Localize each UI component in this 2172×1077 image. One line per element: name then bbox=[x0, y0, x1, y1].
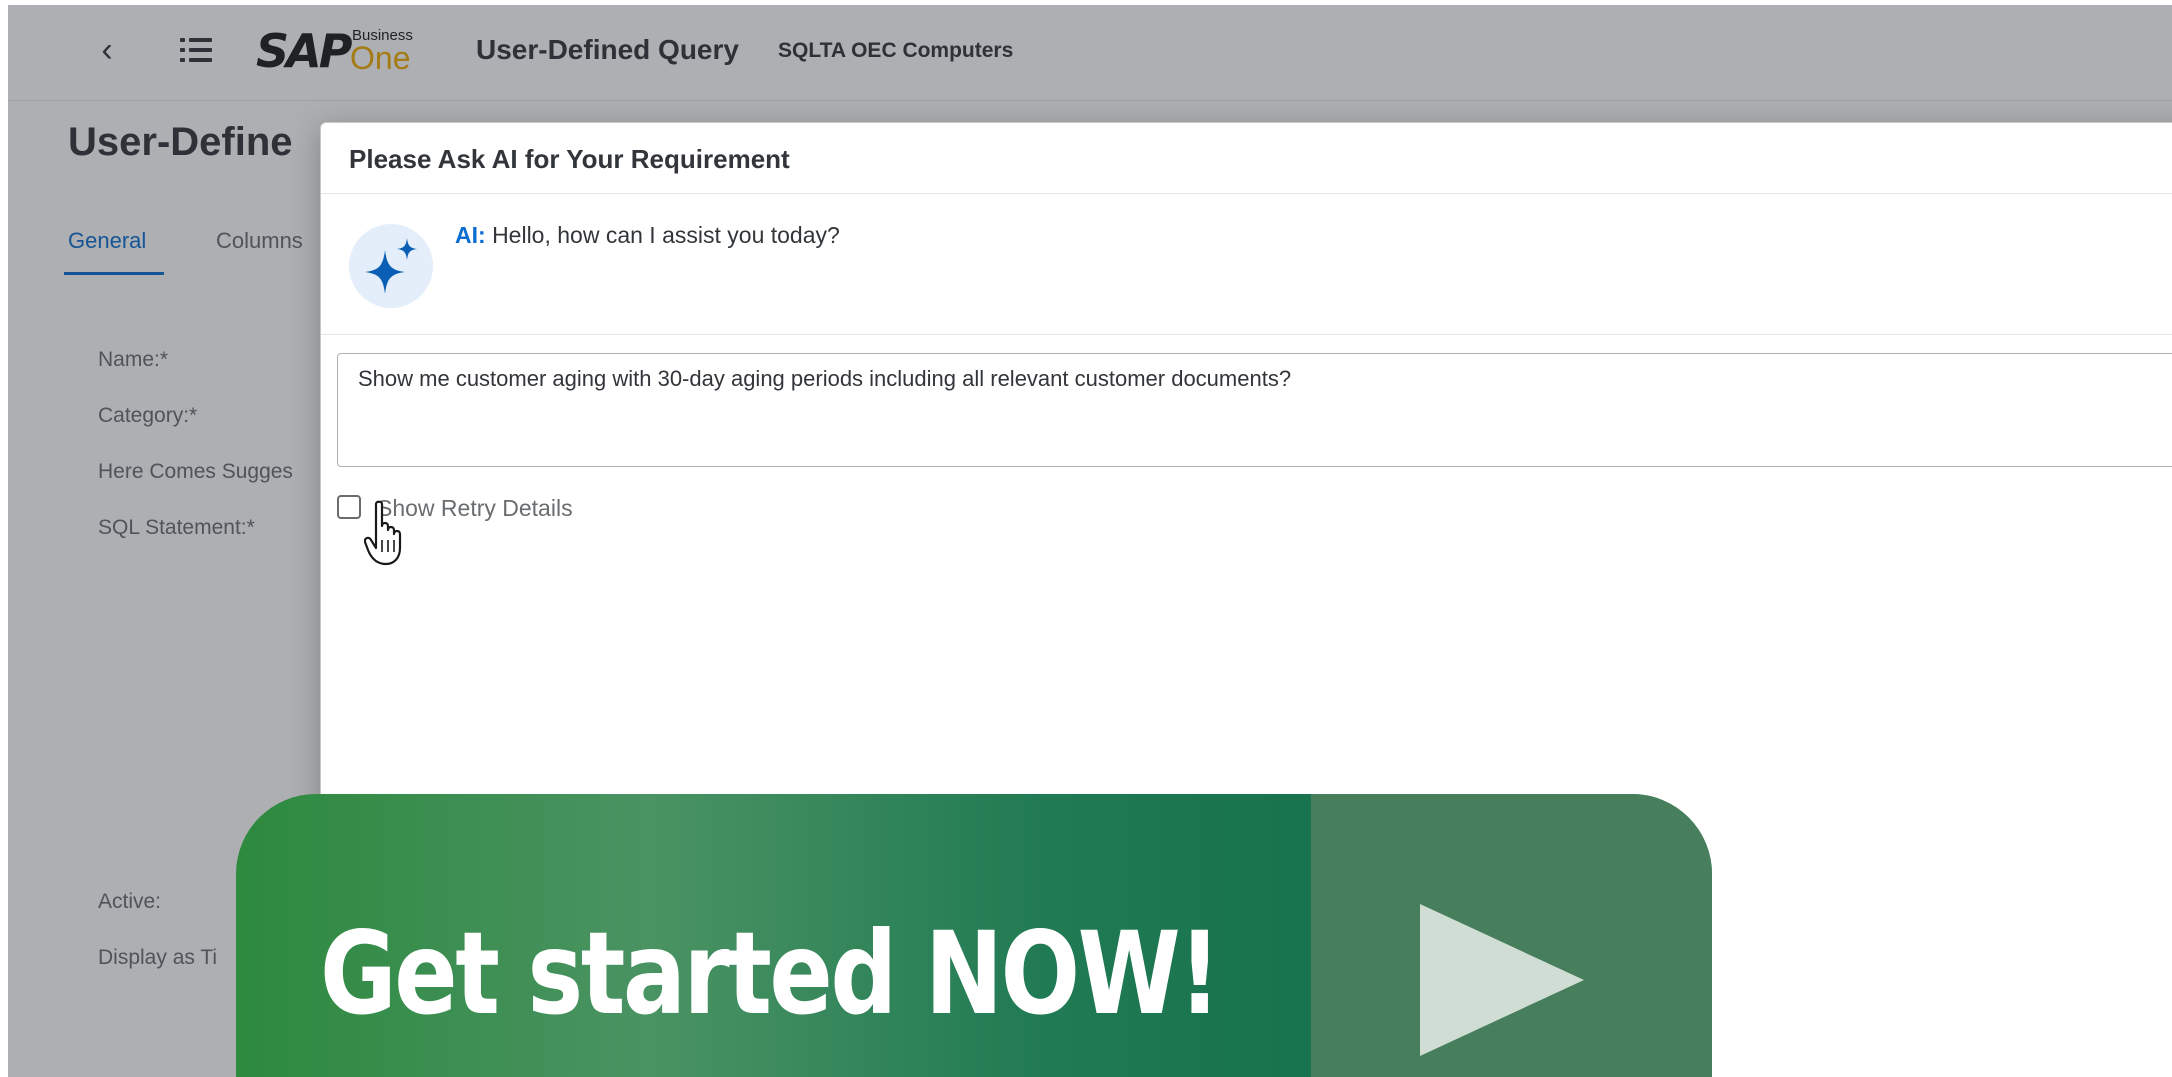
prompt-input[interactable]: Show me customer aging with 30-day aging… bbox=[337, 353, 2172, 467]
play-icon[interactable] bbox=[1420, 904, 1584, 1056]
ai-message: AI: Hello, how can I assist you today? bbox=[455, 220, 840, 250]
show-retry-details-checkbox[interactable] bbox=[337, 495, 361, 519]
dialog-header: Please Ask AI for Your Requirement bbox=[321, 123, 2172, 194]
ai-sender-label: AI: bbox=[455, 222, 486, 248]
screen: User-Define General Columns Name:* Categ… bbox=[0, 0, 2172, 1077]
ai-message-text: Hello, how can I assist you today? bbox=[492, 222, 840, 248]
sparkle-icon bbox=[365, 238, 417, 294]
get-started-banner[interactable]: Get started NOW! bbox=[236, 794, 1712, 1077]
chat-area: AI: Hello, how can I assist you today? bbox=[321, 194, 2172, 335]
show-retry-details-label[interactable]: Show Retry Details bbox=[377, 493, 573, 523]
prompt-input-text: Show me customer aging with 30-day aging… bbox=[358, 366, 1292, 391]
screen-border-left bbox=[0, 0, 8, 1077]
dialog-title: Please Ask AI for Your Requirement bbox=[349, 144, 790, 174]
ai-avatar bbox=[349, 224, 433, 308]
screen-border-top bbox=[0, 0, 2172, 5]
get-started-text: Get started NOW! bbox=[320, 907, 1221, 1040]
hand-cursor-icon bbox=[364, 500, 402, 566]
